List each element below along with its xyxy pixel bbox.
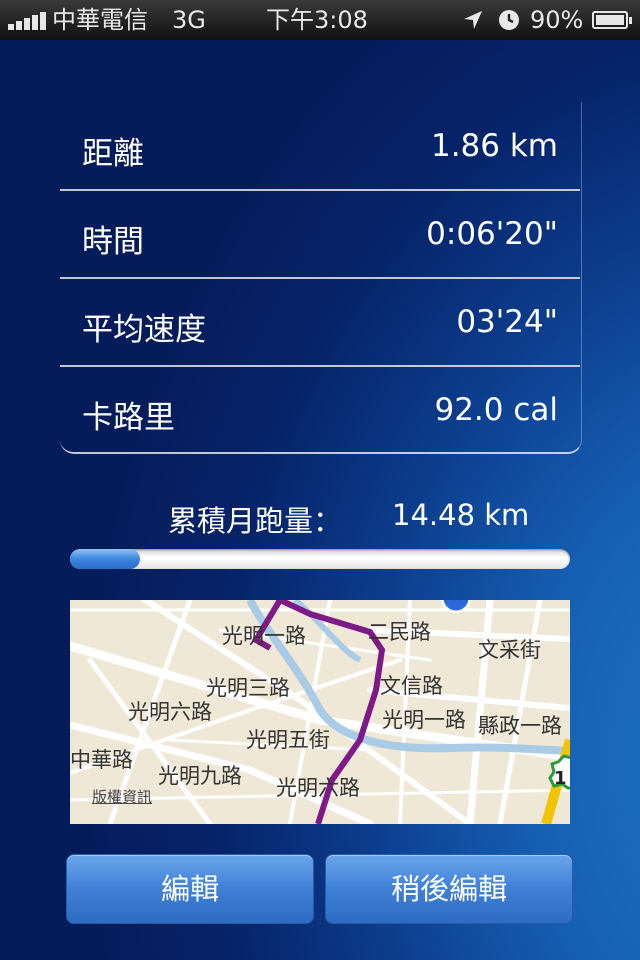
monthly-distance-label: 累積月跑量： [168,504,343,538]
stat-row-distance: 距離 1.86 km [60,102,580,190]
map-copyright-link[interactable]: 版權資訊 [92,786,152,807]
alarm-clock-icon [499,10,519,30]
battery-percent: 90% [530,6,584,34]
route-map[interactable]: 光明一路 二民路 文信路 光明一路 光明三路 光明六路 光明五街 光明九路 光明… [70,600,570,824]
edit-later-button[interactable]: 稍後編輯 [325,854,573,924]
stat-row-calories: 卡路里 92.0 cal [60,366,580,454]
status-bar: 中華電信 3G 下午3:08 90% [0,0,640,40]
stat-value: 92.0 cal [434,392,558,428]
stat-label: 時間 [82,224,144,260]
road-label: 光明一路 [382,708,466,732]
stat-value: 03'24" [456,304,558,340]
screen: 中華電信 3G 下午3:08 90% 距離 1.86 km 時間 0:06'20… [0,0,640,960]
stat-label: 距離 [82,136,144,172]
road-label: 文采街 [478,638,541,662]
stat-value: 1.86 km [430,128,558,164]
run-stats-panel: 距離 1.86 km 時間 0:06'20" 平均速度 03'24" 卡路里 9… [60,102,582,454]
route-shield-number: 1 [554,768,567,789]
signal-strength-icon [8,10,48,30]
stat-row-time: 時間 0:06'20" [60,190,580,278]
road-label: 光明三路 [206,676,290,700]
road-label: 中華路 [70,748,133,772]
monthly-progress-fill [70,549,140,569]
edit-button[interactable]: 編輯 [66,854,314,924]
road-label: 光明一路 [222,624,306,648]
monthly-progress-bar [70,549,570,569]
monthly-distance: 累積月跑量： 14.48 km [0,496,640,538]
road-label: 光明九路 [158,764,242,788]
road-label: 光明六路 [128,700,212,724]
network-type: 3G [172,6,206,34]
battery-icon [592,11,632,29]
road-label: 光明六路 [276,776,360,800]
stat-row-avg-pace: 平均速度 03'24" [60,278,580,366]
stat-value: 0:06'20" [426,216,558,252]
stat-label: 卡路里 [82,400,175,436]
road-label: 文信路 [380,674,443,698]
clock: 下午3:08 [266,6,368,34]
carrier-name: 中華電信 [52,6,148,34]
stat-label: 平均速度 [82,312,206,348]
road-label: 二民路 [368,620,431,644]
location-arrow-icon [464,11,482,29]
monthly-distance-value: 14.48 km [392,498,530,532]
road-label: 光明五街 [246,728,330,752]
road-label: 縣政一路 [478,714,562,738]
